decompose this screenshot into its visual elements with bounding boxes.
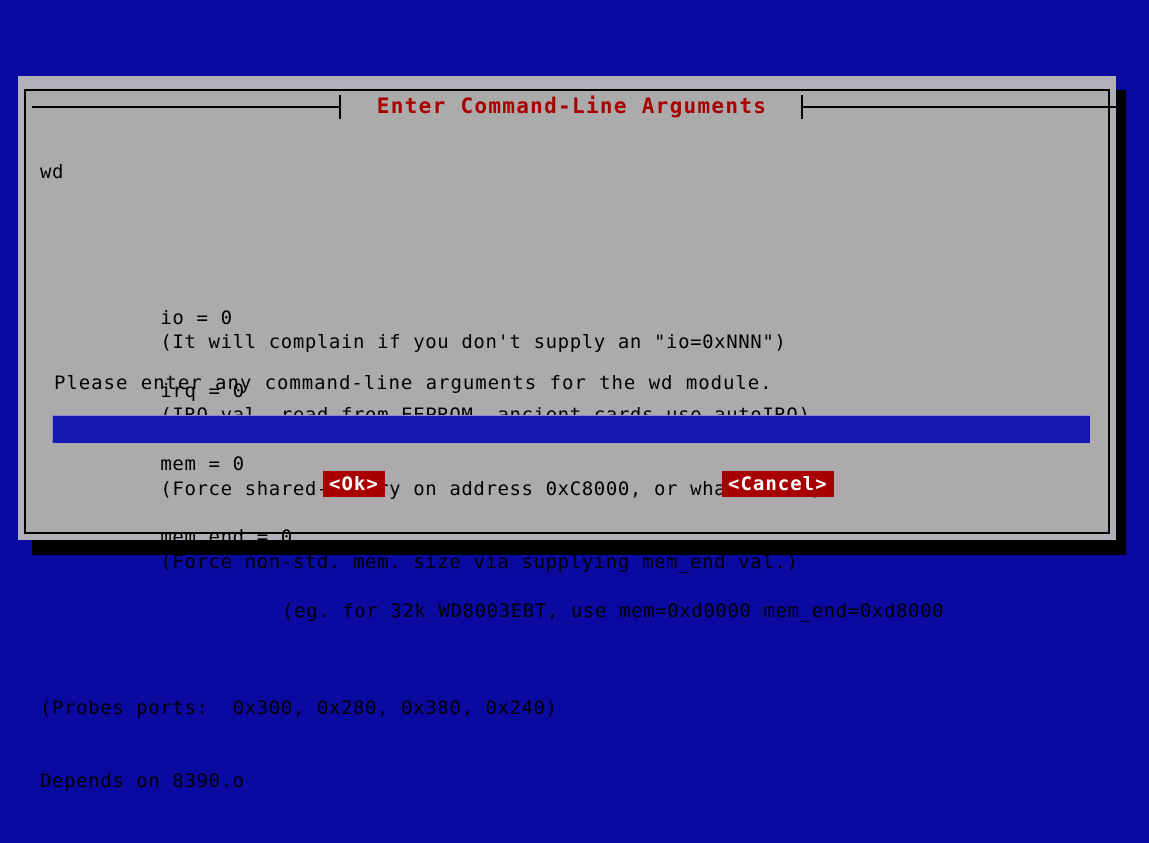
command-line-arguments-dialog: Enter Command-Line Arguments wd io = 0 (… [18,76,1118,792]
parameter-description: (Force non-std. mem. size via supplying … [160,550,799,573]
parameter-description: (It will complain if you don't supply an… [160,331,787,354]
title-rule-right-segment [802,106,1118,108]
dialog-body: Enter Command-Line Arguments wd io = 0 (… [24,89,1118,792]
parameter-row: io = 0 (It will complain if you don't su… [40,281,1100,353]
probe-ports-note: (Probes ports: 0x300, 0x280, 0x380, 0x24… [40,697,558,720]
module-name-label: wd [40,160,65,183]
ok-button[interactable]: <Ok> [323,471,385,497]
dialog-button-row: <Ok> <Cancel> [26,471,1112,503]
parameter-key: io = 0 [160,306,233,329]
input-underline-guides: ________________________________________… [55,425,1090,444]
parameter-key: mem_end = 0 [160,526,293,549]
title-rule-left-segment [32,106,340,108]
parameter-continuation-line: (eg. for 32k WD8003EBT, use mem=0xd0000 … [282,599,945,622]
desktop-background: Enter Command-Line Arguments wd io = 0 (… [0,0,1149,792]
prompt-label: Please enter any command-line arguments … [54,372,773,394]
dependency-note: Depends on 8390.o [40,770,245,793]
command-line-arguments-input[interactable]: ________________________________________… [52,415,1090,443]
cancel-button[interactable]: <Cancel> [722,471,834,497]
parameter-row: mem_end = 0 (Force non-std. mem. size vi… [40,501,1100,572]
